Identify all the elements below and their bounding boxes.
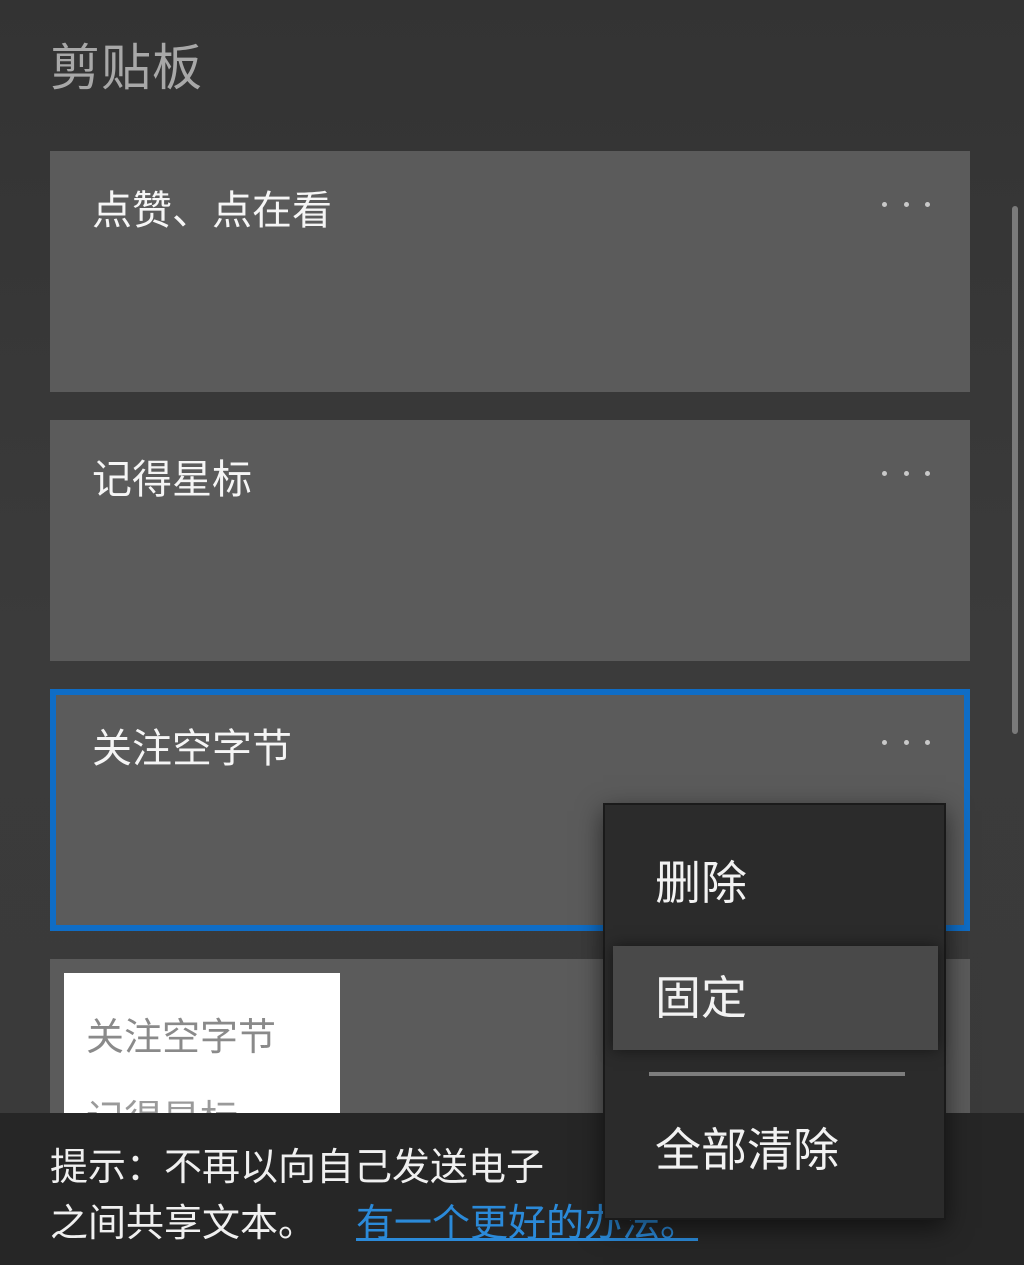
vertical-scrollbar[interactable] bbox=[1012, 206, 1018, 734]
more-dot-icon bbox=[882, 470, 887, 476]
more-dot-icon bbox=[882, 201, 887, 207]
menu-item-delete[interactable]: 删除 bbox=[613, 831, 938, 935]
clipboard-item[interactable]: 点赞、点在看 bbox=[50, 151, 970, 392]
context-menu: 删除 固定 全部清除 bbox=[603, 803, 946, 1220]
more-dot-icon bbox=[925, 201, 930, 207]
more-dot-icon bbox=[903, 470, 909, 476]
menu-item-clear-all[interactable]: 全部清除 bbox=[613, 1098, 938, 1202]
clipboard-item-text: 记得星标 bbox=[92, 457, 252, 503]
image-thumbnail: 关注空字节 记得星标 bbox=[64, 973, 340, 1129]
more-dot-icon bbox=[903, 201, 909, 207]
thumbnail-text-line: 关注空字节 bbox=[86, 1015, 277, 1059]
menu-divider bbox=[649, 1072, 905, 1076]
more-options-button[interactable] bbox=[882, 191, 930, 217]
clipboard-item[interactable]: 记得星标 bbox=[50, 420, 970, 661]
clipboard-item-text: 关注空字节 bbox=[92, 726, 292, 772]
clipboard-item-text: 点赞、点在看 bbox=[92, 188, 332, 234]
menu-item-pin[interactable]: 固定 bbox=[613, 946, 938, 1050]
more-dot-icon bbox=[925, 739, 930, 745]
panel-title: 剪贴板 bbox=[50, 39, 203, 97]
more-dot-icon bbox=[882, 739, 887, 745]
tip-line-2-text: 之间共享文本。 bbox=[50, 1201, 317, 1245]
more-dot-icon bbox=[925, 470, 930, 476]
more-options-button[interactable] bbox=[882, 729, 930, 755]
more-options-button[interactable] bbox=[882, 460, 930, 486]
more-dot-icon bbox=[903, 739, 909, 745]
